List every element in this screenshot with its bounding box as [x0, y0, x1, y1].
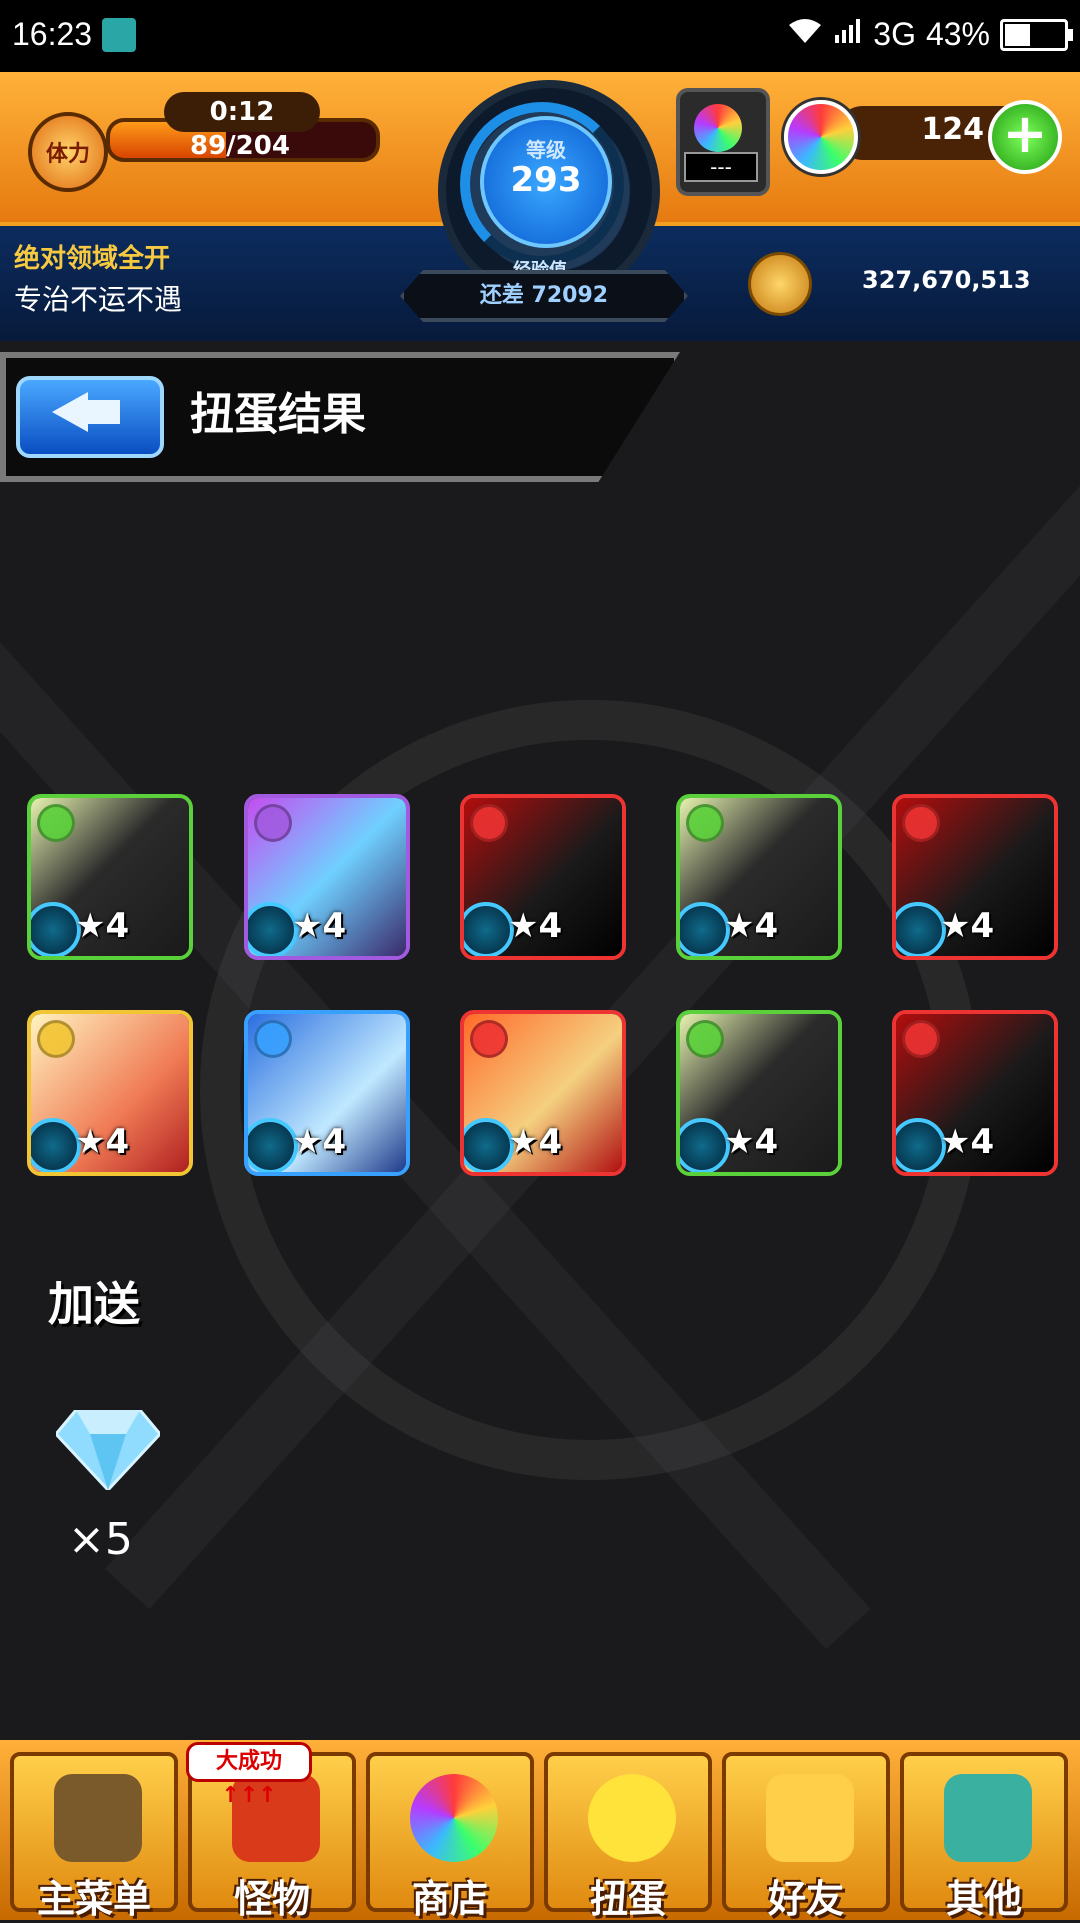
result-card[interactable]: ★4	[676, 794, 842, 960]
status-time: 16:23	[12, 16, 93, 52]
status-right: 3G 43%	[787, 16, 1073, 53]
star-rating: ★4	[724, 906, 779, 946]
great-success-badge: 大成功↑↑↑	[186, 1742, 312, 1808]
stamina-timer: 0:12	[164, 92, 320, 132]
element-icon	[686, 1020, 724, 1058]
element-icon	[470, 804, 508, 842]
rainbow-orb-icon	[784, 100, 858, 174]
nav-item-2[interactable]: 商店	[366, 1752, 534, 1921]
evolution-orb-icon	[464, 902, 514, 956]
star-rating: ★4	[724, 1122, 779, 1162]
star-rating: ★4	[508, 1122, 563, 1162]
nav-label: 好友	[767, 1877, 844, 1921]
star-rating: ★4	[940, 906, 995, 946]
wifi-icon	[787, 16, 823, 53]
coin-count: 327,670,513	[862, 266, 1031, 294]
element-icon	[902, 804, 940, 842]
page-title: 扭蛋结果	[190, 389, 366, 440]
nav-label: 其他	[945, 1877, 1022, 1921]
gem-icon	[56, 1410, 160, 1490]
evolution-orb-icon	[896, 1118, 946, 1172]
result-card[interactable]: ★4	[460, 1010, 626, 1176]
level-badge[interactable]: 等级 293	[480, 116, 612, 248]
result-card[interactable]: ★4	[244, 1010, 410, 1176]
element-icon	[902, 1020, 940, 1058]
star-rating: ★4	[292, 1122, 347, 1162]
element-icon	[254, 804, 292, 842]
nav-item-0[interactable]: 主菜单	[10, 1752, 178, 1921]
star-rating: ★4	[292, 906, 347, 946]
battery-icon	[1000, 18, 1073, 51]
element-icon	[37, 1020, 75, 1058]
egg-icon	[588, 1774, 676, 1862]
level-value: 293	[510, 160, 582, 200]
element-icon	[254, 1020, 292, 1058]
friends-icon	[766, 1774, 854, 1862]
star-rating: ★4	[508, 906, 563, 946]
nav-item-3[interactable]: 扭蛋	[544, 1752, 712, 1921]
stamina-badge: 体力	[28, 112, 108, 192]
nav-label: 主菜单	[36, 1877, 151, 1921]
result-card[interactable]: ★4	[244, 794, 410, 960]
castle-gate-icon	[54, 1774, 142, 1862]
result-card[interactable]: ★4	[676, 1010, 842, 1176]
nav-item-4[interactable]: 好友	[722, 1752, 890, 1921]
evolution-orb-icon	[680, 1118, 730, 1172]
result-card[interactable]: ★4	[892, 1010, 1058, 1176]
evolution-orb-icon	[896, 902, 946, 956]
egg-counter: ---	[684, 152, 758, 182]
evolution-orb-icon	[31, 902, 81, 956]
signal-icon	[833, 16, 863, 53]
evolution-orb-icon	[31, 1118, 81, 1172]
element-icon	[37, 804, 75, 842]
screenshot-icon	[102, 18, 136, 52]
element-icon	[470, 1020, 508, 1058]
star-rating: ★4	[75, 906, 130, 946]
exp-remaining: 还差 72092	[400, 270, 688, 322]
nav-label: 扭蛋	[589, 1877, 666, 1921]
result-card[interactable]: ★4	[27, 794, 193, 960]
player-subtitle: 专治不运不遇	[14, 283, 183, 316]
nav-item-5[interactable]: 其他	[900, 1752, 1068, 1921]
question-key-icon	[944, 1774, 1032, 1862]
rainbow-orb-icon	[410, 1774, 498, 1862]
stamina-value: 89/204	[190, 131, 290, 161]
result-card[interactable]: ★4	[460, 794, 626, 960]
battery-percent: 43%	[925, 16, 990, 52]
back-arrow-icon	[86, 400, 120, 424]
result-card[interactable]: ★4	[27, 1010, 193, 1176]
orb-count: 124	[921, 112, 984, 147]
egg-orb-icon	[694, 104, 742, 152]
result-card[interactable]: ★4	[892, 794, 1058, 960]
level-label: 等级	[526, 138, 566, 162]
evolution-orb-icon	[248, 1118, 298, 1172]
gold-coin-icon	[748, 252, 812, 316]
back-arrow-icon	[52, 392, 88, 432]
nav-label: 商店	[411, 1877, 488, 1921]
battery-fill	[1005, 23, 1030, 46]
evolution-orb-icon	[680, 902, 730, 956]
evolution-orb-icon	[248, 902, 298, 956]
status-bar: 16:23 3G 43%	[0, 0, 1080, 72]
network-type: 3G	[873, 16, 916, 52]
buy-orbs-button[interactable]: +	[988, 100, 1062, 174]
nav-label: 怪物	[233, 1877, 310, 1921]
bonus-label: 加送	[48, 1277, 140, 1331]
bonus-count: ×5	[68, 1514, 133, 1565]
element-icon	[686, 804, 724, 842]
star-rating: ★4	[940, 1122, 995, 1162]
player-title: 绝对领域全开	[14, 244, 171, 274]
star-rating: ★4	[75, 1122, 130, 1162]
evolution-orb-icon	[464, 1118, 514, 1172]
